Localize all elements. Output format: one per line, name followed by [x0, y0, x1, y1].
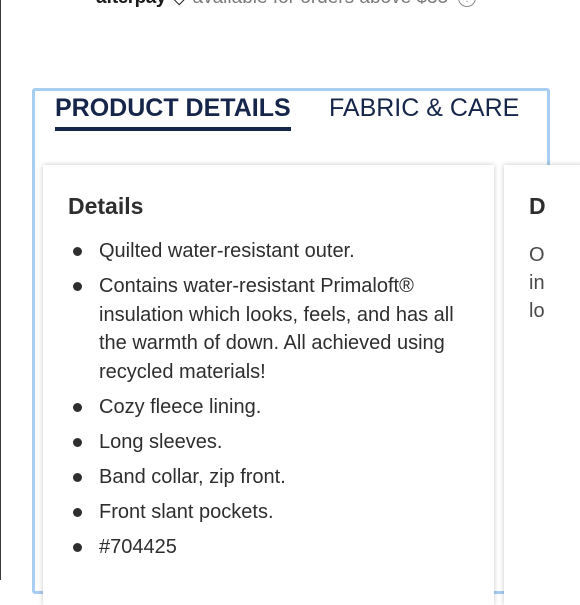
list-item-text: Cozy fleece lining.: [99, 395, 262, 418]
list-item: #704425: [73, 533, 483, 562]
list-item-text: #704425: [99, 535, 177, 558]
bullet-dot: [73, 247, 82, 256]
tab-fabric-care[interactable]: FABRIC & CARE: [329, 94, 519, 123]
afterpay-text: available for orders above $35: [193, 0, 449, 9]
tab-fabric-care-label: FABRIC & CARE: [329, 94, 520, 122]
list-item-text: Quilted water-resistant outer.: [99, 240, 355, 262]
bullet-dot: [73, 542, 82, 552]
next-card-title: D: [529, 193, 546, 219]
list-item-text: Front slant pockets.: [99, 500, 274, 523]
afterpay-logo: afterpay: [96, 0, 166, 9]
next-card-peek[interactable]: D O in lo: [504, 165, 580, 605]
afterpay-logo-mark: ◇: [172, 0, 187, 9]
active-tab-underline: [55, 127, 291, 131]
bullet-dot: [73, 402, 82, 412]
list-item: Quilted water-resistant outer.: [73, 237, 483, 266]
tab-product-details-label: PRODUCT DETAILS: [55, 94, 291, 122]
next-card-line: in: [529, 272, 545, 294]
list-item-text: Band collar, zip front.: [99, 465, 286, 488]
bullet-dot: [73, 282, 82, 291]
list-item: Long sleeves.: [73, 428, 483, 457]
details-list: Quilted water-resistant outer. Contains …: [73, 237, 483, 568]
list-item: Cozy fleece lining.: [73, 393, 483, 422]
list-item: Contains water-resistant Primaloft® insu…: [73, 272, 483, 386]
details-card: Details Quilted water-resistant outer. C…: [43, 165, 494, 605]
tab-product-details[interactable]: PRODUCT DETAILS: [55, 94, 291, 131]
info-icon[interactable]: ?: [458, 0, 477, 7]
product-info-panel: PRODUCT DETAILS FABRIC & CARE Details Qu…: [32, 88, 580, 605]
next-card-line: lo: [529, 300, 545, 322]
list-item-text: Long sleeves.: [99, 430, 223, 453]
list-item-text: Contains water-resistant Primaloft® insu…: [99, 275, 454, 383]
list-item: Band collar, zip front.: [73, 463, 483, 492]
details-card-title: Details: [68, 193, 144, 219]
list-item: Front slant pockets.: [73, 498, 483, 527]
page-edge: [0, 0, 1, 580]
bullet-dot: [73, 507, 82, 517]
bullet-dot: [73, 472, 82, 482]
afterpay-banner: afterpay ◇ available for orders above $35…: [96, 0, 477, 9]
bullet-dot: [73, 437, 82, 447]
next-card-line: O: [529, 244, 545, 266]
